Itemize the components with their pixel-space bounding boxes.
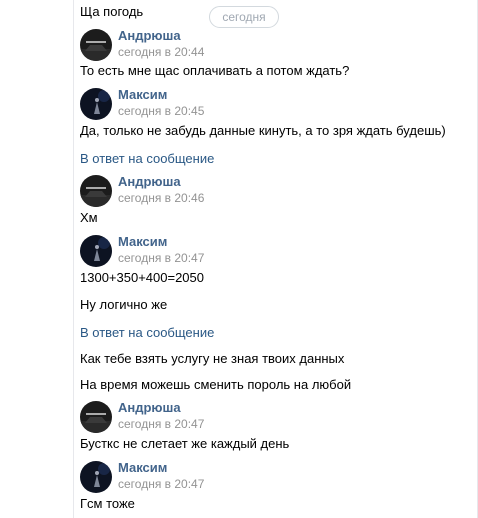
message-time[interactable]: сегодня в 20:45 [118,104,204,118]
message-text: Как тебе взять услугу не зная твоих данн… [80,351,345,366]
message-text: Да, только не забудь данные кинуть, а то… [80,123,446,138]
message-text: Ну логично же [80,297,168,312]
avatar-andrey[interactable] [80,175,112,207]
avatar-dark-car-icon [80,175,112,207]
message-time[interactable]: сегодня в 20:47 [118,251,204,265]
left-divider [73,0,74,518]
avatar-maxim[interactable] [80,235,112,267]
avatar-night-figure-icon [80,88,112,120]
message-text: Хм [80,210,98,225]
message-text: Гсм тоже [80,496,135,511]
avatar-maxim[interactable] [80,88,112,120]
reply-to-message-link[interactable]: В ответ на сообщение [80,151,214,167]
message-time[interactable]: сегодня в 20:47 [118,477,204,491]
message-author[interactable]: Максим [118,460,167,475]
message-text: Бусткс не слетает же каждый день [80,436,290,451]
avatar-maxim[interactable] [80,461,112,493]
message-text: То есть мне щас оплачивать а потом ждать… [80,63,350,78]
message-time[interactable]: сегодня в 20:46 [118,191,204,205]
message-text: Ща погодь [80,4,144,19]
avatar-dark-car-icon [80,29,112,61]
avatar-andrey[interactable] [80,29,112,61]
reply-to-message-link[interactable]: В ответ на сообщение [80,325,214,341]
avatar-night-figure-icon [80,235,112,267]
message-time[interactable]: сегодня в 20:47 [118,417,204,431]
date-separator-badge: сегодня [209,6,279,28]
message-text: На время можешь сменить пороль на любой [80,377,352,392]
message-text: 1300+350+400=2050 [80,270,204,285]
avatar-dark-car-icon [80,401,112,433]
chat-history: сегодня Ща погодь Андрюша сегодня в 20:4… [0,0,478,518]
avatar-night-figure-icon [80,461,112,493]
message-author[interactable]: Андрюша [118,400,181,415]
message-author[interactable]: Андрюша [118,28,181,43]
avatar-andrey[interactable] [80,401,112,433]
message-author[interactable]: Андрюша [118,174,181,189]
message-author[interactable]: Максим [118,234,167,249]
message-time[interactable]: сегодня в 20:44 [118,45,204,59]
message-author[interactable]: Максим [118,87,167,102]
